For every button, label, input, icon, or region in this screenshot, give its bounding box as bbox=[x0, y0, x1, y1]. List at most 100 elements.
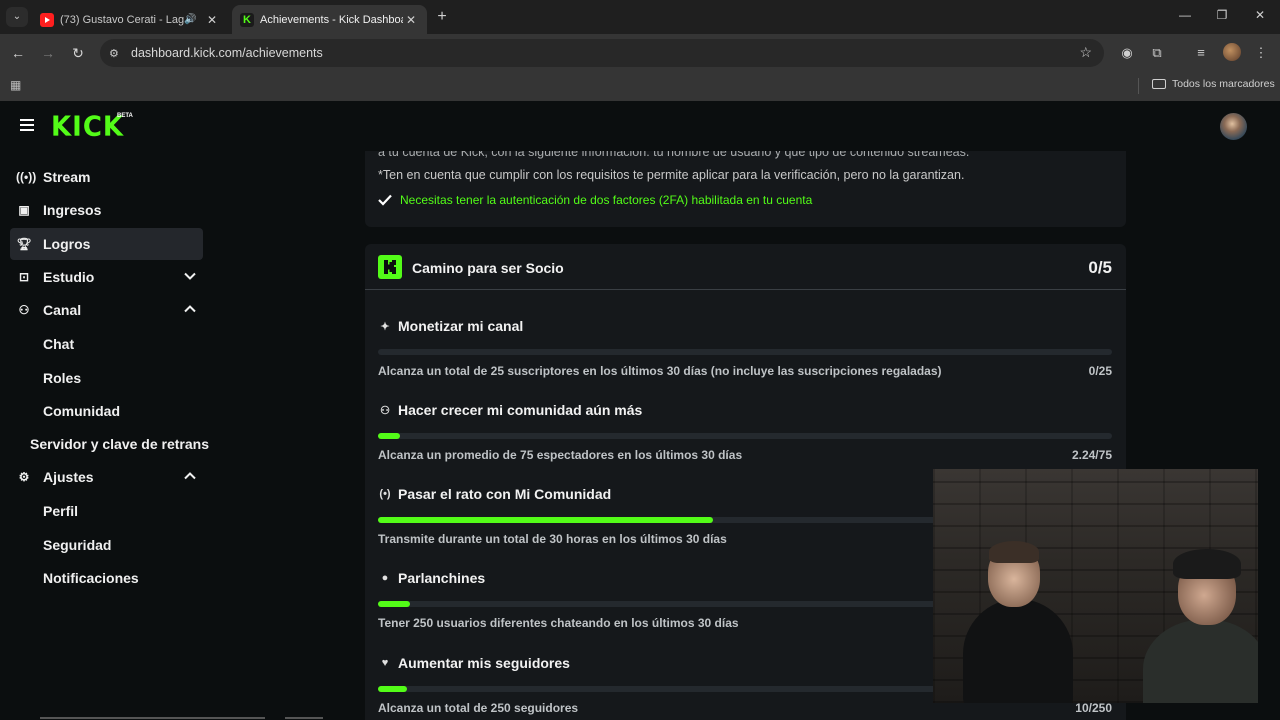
all-bookmarks-button[interactable]: Todos los marcadores bbox=[1152, 78, 1275, 90]
bookmarks-bar: ▦ Todos los marcadores bbox=[0, 72, 1280, 101]
chevron-up-icon[interactable] bbox=[183, 469, 197, 483]
sidebar-item-server-key[interactable]: Servidor y clave de retrans bbox=[30, 436, 209, 452]
sidebar-item-stream[interactable]: ((•)) Stream bbox=[10, 161, 203, 193]
url-text: dashboard.kick.com/achievements bbox=[131, 46, 323, 60]
requirement-text: Necesitas tener la autenticación de dos … bbox=[400, 193, 813, 207]
sidebar-item-logros[interactable]: 🏆︎ Logros bbox=[10, 228, 203, 260]
kick-dashboard: KICK BETA ((•)) Stream ▣ Ingresos 🏆︎ Log… bbox=[0, 101, 1280, 720]
goal-progress-fill bbox=[378, 433, 401, 439]
sidebar-item-label: Estudio bbox=[43, 269, 95, 285]
forward-button[interactable]: → bbox=[38, 43, 58, 63]
goal-description: Alcanza un promedio de 75 espectadores e… bbox=[378, 448, 743, 462]
dashboard-header: KICK BETA bbox=[0, 101, 1280, 151]
goal-title: Parlanchines bbox=[398, 570, 486, 586]
chevron-down-icon[interactable] bbox=[183, 269, 197, 283]
kick-badge-icon bbox=[378, 255, 402, 279]
chevron-up-icon[interactable] bbox=[183, 302, 197, 316]
goal-progress-text: 10/250 bbox=[1075, 701, 1112, 715]
check-icon bbox=[378, 194, 392, 206]
close-window-button[interactable]: ✕ bbox=[1250, 8, 1270, 26]
restore-button[interactable]: ❐ bbox=[1212, 8, 1232, 26]
tab-title: Achievements - Kick Dashboard bbox=[260, 13, 403, 26]
extensions-icon[interactable]: ⧉ bbox=[1147, 43, 1167, 63]
bookmark-star-icon[interactable]: ☆ bbox=[1079, 44, 1092, 61]
sparkle-icon: ✦ bbox=[380, 320, 390, 333]
site-info-icon[interactable]: ⚙ bbox=[109, 47, 127, 60]
broadcast-icon: (•) bbox=[379, 488, 391, 500]
close-tab-icon[interactable]: ✕ bbox=[204, 13, 220, 27]
chart-icon: ▣ bbox=[18, 203, 30, 217]
sidebar-subitem-notificaciones[interactable]: Notificaciones bbox=[43, 570, 139, 586]
menu-toggle-icon[interactable] bbox=[20, 119, 34, 131]
tab-title: (73) Gustavo Cerati - Lago bbox=[60, 13, 184, 26]
all-bookmarks-label: Todos los marcadores bbox=[1172, 78, 1275, 90]
kick-icon: K bbox=[240, 12, 254, 27]
folder-icon bbox=[1152, 79, 1166, 89]
partner-count: 0/5 bbox=[1088, 258, 1112, 277]
sidebar-item-ajustes[interactable]: ⚙ Ajustes bbox=[10, 461, 203, 493]
goal-item: ✦ Monetizar mi canal Alcanza un total de … bbox=[378, 318, 1112, 398]
sidebar-item-estudio[interactable]: ⊡ Estudio bbox=[10, 261, 203, 293]
requirement-2fa: Necesitas tener la autenticación de dos … bbox=[378, 193, 812, 207]
address-bar[interactable]: ⚙ dashboard.kick.com/achievements ☆ bbox=[100, 39, 1104, 67]
sidebar-item-ingresos[interactable]: ▣ Ingresos bbox=[10, 194, 203, 226]
browser-tab-kick[interactable]: K Achievements - Kick Dashboard ✕ bbox=[232, 5, 427, 34]
sidebar-subitem-chat[interactable]: Chat bbox=[43, 336, 74, 352]
speaker-icon[interactable]: 🔊 bbox=[184, 14, 200, 25]
goal-progress-fill bbox=[378, 517, 714, 523]
goal-progress-fill bbox=[378, 686, 408, 692]
incognito-icon[interactable]: ◉ bbox=[1117, 43, 1137, 63]
media-control-icon[interactable]: ≡ bbox=[1191, 43, 1211, 63]
goal-progress-text: 0/25 bbox=[1088, 364, 1112, 378]
minimize-button[interactable]: — bbox=[1175, 8, 1195, 26]
bookmarks-divider bbox=[1138, 78, 1139, 94]
sidebar-subitem-roles[interactable]: Roles bbox=[43, 370, 81, 386]
browser-toolbar: ← → ↻ ⚙ dashboard.kick.com/achievements … bbox=[0, 34, 1280, 72]
person-left-hair bbox=[989, 541, 1039, 563]
sidebar-item-canal[interactable]: ⚇ Canal bbox=[10, 294, 203, 326]
beta-badge: BETA bbox=[117, 113, 133, 119]
person-left-body bbox=[963, 599, 1073, 703]
goal-title: Monetizar mi canal bbox=[398, 318, 524, 334]
sidebar-item-label: Stream bbox=[43, 169, 91, 185]
chat-icon: ● bbox=[381, 572, 389, 584]
apps-grid-icon[interactable]: ▦ bbox=[10, 78, 24, 92]
goal-progress-text: 2.24/75 bbox=[1071, 448, 1112, 462]
goal-title: Hacer crecer mi comunidad aún más bbox=[398, 402, 643, 418]
browser-tab-youtube[interactable]: (73) Gustavo Cerati - Lago 🔊 ✕ bbox=[32, 5, 228, 34]
sidebar-item-label: Ingresos bbox=[43, 202, 102, 218]
users-icon: ⚇ bbox=[18, 303, 30, 317]
browser-tabstrip: ⌄ (73) Gustavo Cerati - Lago 🔊 ✕ K Achie… bbox=[0, 0, 1280, 34]
user-avatar[interactable] bbox=[1220, 113, 1247, 140]
disclaimer-text: *Ten en cuenta que cumplir con los requi… bbox=[378, 168, 965, 182]
sidebar-subitem-perfil[interactable]: Perfil bbox=[43, 503, 78, 519]
goal-progress-fill bbox=[378, 601, 411, 607]
tab-search-button[interactable]: ⌄ bbox=[6, 7, 28, 27]
goal-description: Alcanza un total de 250 seguidores bbox=[378, 701, 579, 715]
goal-title: Aumentar mis seguidores bbox=[398, 655, 570, 671]
youtube-icon bbox=[40, 12, 54, 27]
sidebar-subitem-comunidad[interactable]: Comunidad bbox=[43, 403, 120, 419]
scroll-segment bbox=[285, 717, 323, 719]
gear-icon: ⚙ bbox=[18, 470, 30, 484]
back-button[interactable]: ← bbox=[8, 43, 28, 63]
new-tab-button[interactable]: + bbox=[432, 8, 452, 28]
sidebar-item-label: Logros bbox=[43, 236, 91, 252]
sidebar-item-label: Canal bbox=[43, 302, 82, 318]
reload-button[interactable]: ↻ bbox=[68, 43, 88, 63]
menu-icon[interactable]: ⋮ bbox=[1251, 43, 1271, 63]
broadcast-icon: ((•)) bbox=[16, 170, 37, 184]
users-icon: ⚇ bbox=[380, 404, 390, 417]
sidebar: ((•)) Stream ▣ Ingresos 🏆︎ Logros ⊡ Estu… bbox=[0, 151, 215, 720]
goal-progress-track bbox=[378, 433, 1112, 439]
sidebar-subitem-seguridad[interactable]: Seguridad bbox=[43, 537, 111, 553]
goal-description: Transmite durante un total de 30 horas e… bbox=[378, 532, 727, 546]
profile-avatar[interactable] bbox=[1223, 43, 1241, 61]
kick-logo[interactable]: KICK bbox=[51, 111, 124, 143]
goal-progress-track bbox=[378, 349, 1112, 355]
webcam-overlay bbox=[933, 469, 1258, 703]
sidebar-item-label: Ajustes bbox=[43, 469, 94, 485]
heart-icon: ♥ bbox=[381, 657, 389, 669]
close-tab-icon[interactable]: ✕ bbox=[403, 13, 419, 27]
studio-icon: ⊡ bbox=[18, 270, 30, 284]
